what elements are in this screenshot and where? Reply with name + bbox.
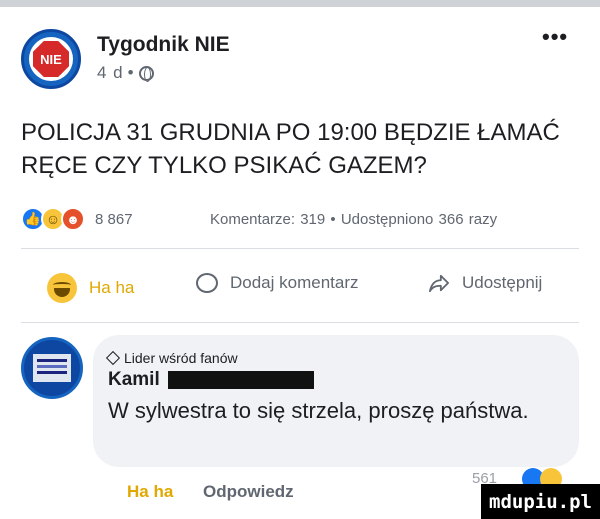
- post-text: POLICJA 31 GRUDNIA PO 19:00 BĘDZIE ŁAMAĆ…: [21, 119, 560, 179]
- more-options-button[interactable]: •••: [542, 26, 568, 48]
- comment-button[interactable]: Dodaj komentarz: [196, 273, 359, 293]
- comment-bubble-icon: [196, 273, 218, 293]
- comment-haha-button[interactable]: Ha ha: [127, 482, 173, 502]
- page-avatar[interactable]: NIE: [21, 29, 81, 89]
- diamond-icon: [105, 350, 121, 366]
- page-logo-sign: NIE: [33, 41, 69, 77]
- haha-button[interactable]: Ha ha: [47, 273, 134, 303]
- commenter-first-name[interactable]: Kamil: [108, 369, 160, 391]
- share-button[interactable]: Udostępnij: [428, 273, 542, 293]
- comment-label: Dodaj komentarz: [230, 273, 359, 292]
- comment-share-stats[interactable]: Komentarze: 319 • Udostępniono 366 razy: [210, 211, 497, 228]
- reactions-summary[interactable]: 👍 ☺ ☻ 8 867: [21, 207, 133, 231]
- globe-icon: [138, 65, 154, 82]
- top-bar: [0, 0, 600, 7]
- watermark-logo: mdupiu.pl: [481, 484, 600, 519]
- divider: [21, 322, 579, 323]
- meta-dot: •: [127, 63, 135, 82]
- commenter-avatar[interactable]: [21, 337, 83, 399]
- name-censor-bar: [167, 371, 314, 389]
- commenter-name[interactable]: Kamil: [108, 369, 314, 391]
- post-meta: 4 d •: [97, 63, 154, 83]
- divider: [21, 248, 579, 249]
- post-time[interactable]: 4 d: [97, 63, 124, 83]
- page-name[interactable]: Tygodnik NIE: [97, 33, 230, 57]
- angry-reaction-icon: ☻: [61, 207, 85, 231]
- share-arrow-icon: [428, 274, 449, 293]
- top-fan-badge: Lider wśród fanów: [105, 350, 238, 366]
- comment-text: W sylwestra to się strzela, proszę państ…: [108, 398, 529, 423]
- top-fan-label: Lider wśród fanów: [124, 350, 238, 366]
- haha-label: Ha ha: [89, 278, 135, 297]
- share-label: Udostępnij: [462, 273, 543, 292]
- comment-reply-button[interactable]: Odpowiedz: [203, 482, 294, 502]
- reaction-count: 8 867: [95, 210, 133, 228]
- haha-emoji-icon: [47, 273, 77, 303]
